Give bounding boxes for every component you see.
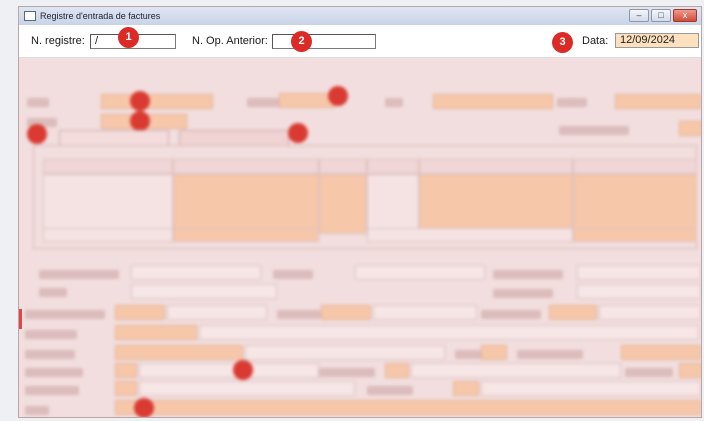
blurred-label (557, 98, 587, 107)
blurred-field (115, 400, 701, 415)
blurred-field (115, 363, 137, 378)
blurred-label (39, 288, 67, 297)
blurred-field (411, 363, 621, 378)
blurred-badge (328, 86, 348, 106)
data-label: Data: (582, 35, 609, 47)
blurred-grid-cell (367, 174, 419, 234)
blurred-field (679, 363, 701, 378)
blurred-field (131, 284, 277, 299)
callout-3-badge: 3 (552, 32, 573, 53)
blurred-field (481, 381, 701, 396)
blurred-badge (130, 111, 150, 131)
blurred-field (373, 305, 477, 320)
blurred-label (481, 310, 541, 319)
window-controls: – □ x (629, 9, 697, 22)
blurred-field (101, 94, 213, 109)
blurred-field (115, 345, 243, 360)
blurred-grid-header (419, 159, 573, 174)
blurred-label (27, 98, 49, 107)
blurred-badge (233, 360, 253, 380)
blurred-label (493, 289, 553, 298)
blurred-grid-cell (573, 174, 697, 234)
blurred-field (615, 94, 701, 109)
blurred-label (625, 368, 673, 377)
blurred-grid-header (573, 159, 697, 174)
blurred-field (279, 93, 335, 108)
anterior-label: N. Op. Anterior: (192, 35, 268, 47)
blurred-badge (288, 123, 308, 143)
data-input[interactable]: 12/09/2024 (615, 33, 699, 48)
blurred-label (25, 310, 105, 319)
minimize-button[interactable]: – (629, 9, 649, 22)
blurred-field (577, 265, 701, 280)
blurred-grid-header (367, 159, 419, 174)
blurred-grid-header (43, 159, 173, 174)
blurred-label (277, 310, 321, 319)
blurred-field (355, 265, 485, 280)
blurred-grid-cell (173, 174, 319, 234)
blurred-field (167, 305, 267, 320)
blurred-grid-cell (367, 228, 573, 242)
blurred-field (139, 381, 355, 396)
blurred-grid-cell (573, 228, 697, 242)
blurred-label (25, 368, 83, 377)
blurred-field (115, 305, 165, 320)
blurred-field (245, 345, 445, 360)
blurred-field (679, 121, 701, 136)
blurred-grid-header (319, 159, 367, 174)
window-title: Registre d'entrada de factures (40, 11, 161, 21)
blurred-label (25, 406, 49, 415)
maximize-button[interactable]: □ (651, 9, 671, 22)
callout-2-badge: 2 (291, 31, 312, 52)
blurred-label (273, 270, 313, 279)
blurred-field (115, 381, 137, 396)
blurred-grid-cell (43, 228, 173, 242)
blurred-grid-cell (173, 228, 319, 242)
blurred-label (39, 270, 119, 279)
close-button[interactable]: x (673, 9, 697, 22)
blurred-field (131, 265, 261, 280)
blurred-grid-header (173, 159, 319, 174)
blurred-tab (179, 130, 289, 146)
blurred-label (367, 386, 413, 395)
blurred-label (385, 98, 403, 107)
title-bar: Registre d'entrada de factures – □ x (19, 7, 701, 25)
blurred-field (481, 345, 507, 360)
callout-1-badge: 1 (118, 27, 139, 48)
blurred-label (25, 386, 79, 395)
blurred-grid-cell (419, 174, 573, 234)
blurred-label (25, 350, 75, 359)
blurred-field (139, 363, 319, 378)
registre-label: N. registre: (31, 35, 85, 47)
blurred-field (385, 363, 409, 378)
blurred-badge (130, 91, 150, 111)
invoice-entry-window: Registre d'entrada de factures – □ x N. … (18, 6, 702, 418)
blurred-badge (134, 398, 154, 417)
header-bar: N. registre: / 1 N. Op. Anterior: 2 3 Da… (19, 25, 701, 58)
blurred-label (517, 350, 583, 359)
app-icon (24, 11, 36, 21)
blurred-label (493, 270, 563, 279)
blurred-badge (27, 124, 47, 144)
blurred-grid-cell (319, 174, 367, 234)
blurred-field (577, 284, 701, 299)
blurred-label (25, 330, 77, 339)
blurred-field (433, 94, 553, 109)
blurred-field (453, 381, 479, 396)
blurred-field (115, 325, 197, 340)
blurred-field (549, 305, 597, 320)
blurred-grid-cell (43, 174, 173, 234)
blurred-tab (59, 130, 169, 146)
blurred-form-area (19, 58, 701, 417)
blurred-label (319, 368, 375, 377)
anterior-input[interactable] (272, 34, 376, 49)
blurred-field (321, 305, 371, 320)
blurred-field (199, 325, 699, 340)
blurred-field (621, 345, 701, 360)
blurred-field (599, 305, 701, 320)
blurred-label (559, 126, 629, 135)
